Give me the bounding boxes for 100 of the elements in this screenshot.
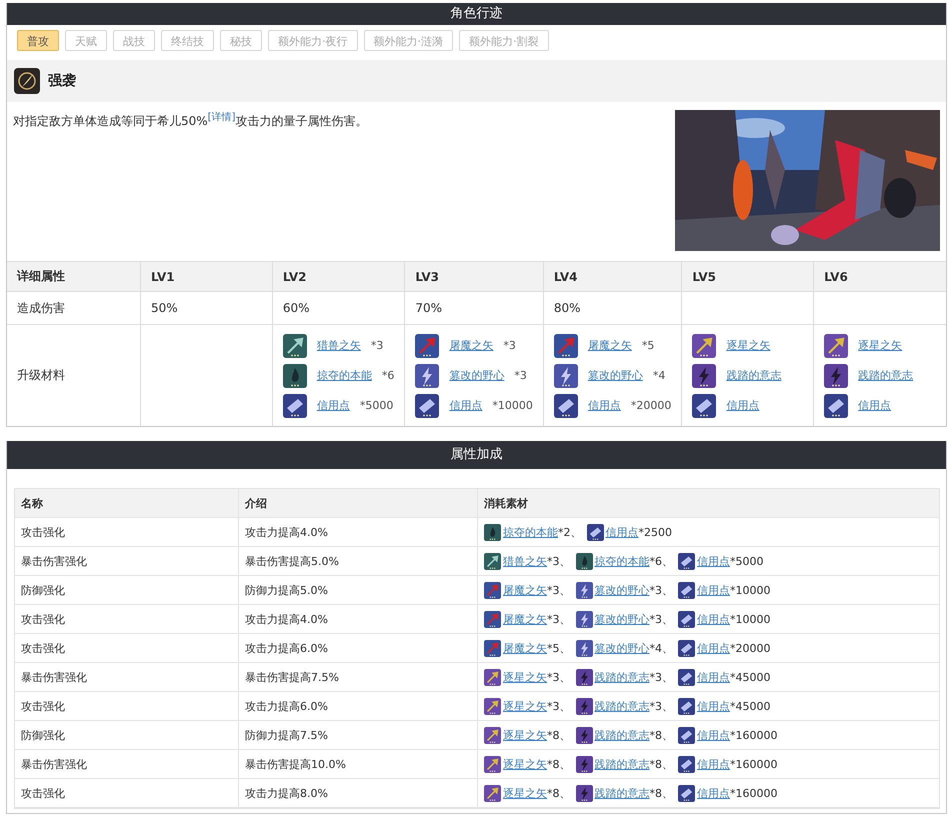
material-icon [576, 552, 592, 570]
material-count: *3 [514, 369, 527, 382]
table-cell: 暴击伤害强化 [15, 663, 239, 692]
table-cell: 防御力提高7.5% [239, 721, 478, 750]
material-icon [415, 394, 440, 418]
material-icon [484, 726, 501, 744]
table-cell: 攻击力提高6.0% [239, 634, 478, 663]
material-icon [678, 784, 695, 802]
material-link[interactable]: 信用点 [697, 698, 730, 714]
material-count: *4、 [650, 640, 673, 656]
table-cell: 防御强化 [15, 576, 239, 605]
material-count: *5、 [547, 640, 570, 656]
material-link[interactable]: 掠夺的本能 [594, 554, 650, 568]
tab[interactable]: 秘技 [220, 30, 262, 51]
material-link[interactable]: 信用点 [697, 640, 730, 656]
material-link[interactable]: 掠夺的本能 [316, 368, 372, 383]
material-icon [678, 552, 695, 570]
material-link[interactable]: 践踏的意志 [594, 670, 650, 684]
material-link[interactable]: 逐星之矢 [503, 756, 547, 772]
material-count: *20000 [730, 642, 770, 654]
material-link[interactable]: 践踏的意志 [594, 728, 650, 742]
material-icon [692, 364, 716, 388]
material-link[interactable]: 信用点 [697, 756, 730, 772]
material-icon [576, 582, 592, 598]
table-cell: 60% [272, 292, 406, 325]
material-link[interactable]: 信用点 [697, 612, 730, 626]
table-cell: 70% [405, 292, 544, 325]
material-icon [678, 640, 695, 656]
material-link[interactable]: 信用点 [697, 728, 730, 742]
material-link[interactable]: 践踏的意志 [594, 698, 650, 714]
material-count: *3、 [547, 698, 570, 714]
material-link[interactable]: 逐星之矢 [858, 338, 902, 353]
material-link[interactable]: 屠魔之矢 [449, 338, 494, 353]
tab[interactable]: 终结技 [161, 30, 214, 51]
material-link[interactable]: 篡改的野心 [449, 368, 504, 383]
material-icon [824, 364, 848, 388]
table-cell: 暴击伤害强化 [15, 750, 239, 779]
material-icon [484, 640, 501, 656]
material-link[interactable]: 篡改的野心 [594, 582, 650, 598]
material-link[interactable]: 篡改的野心 [594, 640, 650, 656]
material-link[interactable]: 信用点 [858, 398, 892, 413]
material-icon [554, 334, 578, 358]
material-link[interactable]: 践踏的意志 [594, 786, 650, 800]
material-link[interactable]: 掠夺的本能 [503, 524, 558, 540]
material-link[interactable]: 猎兽之矢 [316, 338, 361, 353]
material-link[interactable]: 逐星之矢 [726, 338, 770, 353]
material-link[interactable]: 践踏的意志 [594, 756, 650, 772]
material-link[interactable]: 逐星之矢 [503, 786, 547, 800]
material-link[interactable]: 践踏的意志 [726, 368, 782, 383]
material-icon [484, 668, 501, 686]
material-count: *160000 [730, 728, 778, 742]
tab[interactable]: 额外能力·涟漪 [364, 30, 453, 51]
material-count: *8、 [547, 786, 570, 800]
material-link[interactable]: 屠魔之矢 [503, 640, 547, 656]
material-link[interactable]: 篡改的野心 [594, 612, 650, 626]
material-count: *6、 [650, 554, 673, 568]
material-count: *8、 [547, 728, 570, 742]
material-icon [484, 552, 501, 570]
material-link[interactable]: 篡改的野心 [588, 368, 643, 383]
material-link[interactable]: 屠魔之矢 [503, 612, 547, 626]
material-link[interactable]: 信用点 [697, 582, 730, 598]
table-cell: 暴击伤害提高10.0% [239, 750, 478, 779]
material-link[interactable]: 践踏的意志 [858, 368, 914, 383]
material-link[interactable]: 逐星之矢 [503, 670, 547, 684]
material-count: *160000 [730, 786, 778, 800]
material-icon [484, 698, 501, 714]
material-link[interactable]: 信用点 [449, 398, 482, 413]
material-link[interactable]: 信用点 [697, 786, 730, 800]
section-header: 角色行迹 [7, 3, 946, 25]
material-icon [692, 334, 716, 358]
table-cell: 攻击强化 [15, 605, 239, 634]
material-count: *6 [382, 369, 394, 382]
material-icon [576, 756, 592, 772]
skill-name: 强袭 [48, 72, 76, 90]
material-link[interactable]: 信用点 [606, 524, 638, 540]
material-link[interactable]: 信用点 [697, 554, 730, 568]
table-header: 消耗素材 [478, 489, 939, 518]
tab[interactable]: 天赋 [65, 30, 107, 51]
material-link[interactable]: 信用点 [726, 398, 760, 413]
material-link[interactable]: 信用点 [316, 398, 350, 413]
tab[interactable]: 战技 [113, 30, 155, 51]
material-link[interactable]: 逐星之矢 [503, 698, 547, 714]
material-count: *3 [370, 339, 384, 352]
tab[interactable]: 额外能力·夜行 [268, 30, 358, 51]
material-count: *4 [652, 369, 666, 382]
material-link[interactable]: 屠魔之矢 [503, 582, 547, 598]
material-link[interactable]: 信用点 [588, 398, 621, 413]
table-header: 名称 [15, 489, 239, 518]
material-link[interactable]: 信用点 [697, 670, 730, 684]
table-header: LV4 [544, 262, 682, 292]
material-icon [692, 394, 716, 418]
material-link[interactable]: 屠魔之矢 [588, 338, 632, 353]
material-link[interactable]: 逐星之矢 [503, 728, 547, 742]
detail-link[interactable]: [详情] [208, 112, 236, 123]
table-cell: 升级材料 [7, 325, 141, 426]
tab[interactable]: 额外能力·割裂 [459, 30, 548, 51]
material-count: *2500 [638, 526, 672, 538]
tab[interactable]: 普攻 [17, 30, 59, 51]
material-icon [576, 698, 592, 714]
material-link[interactable]: 猎兽之矢 [503, 554, 547, 568]
